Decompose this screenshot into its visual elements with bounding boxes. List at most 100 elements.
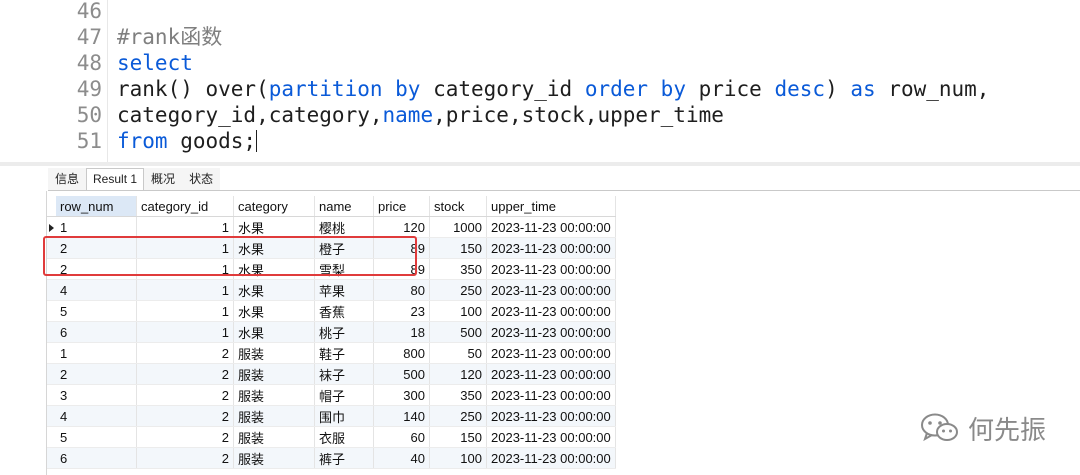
table-row[interactable]: 3 2 服装 帽子 300 350 2023-11-23 00:00:00 <box>47 384 616 406</box>
table-row[interactable]: 5 1 水果 香蕉 23 100 2023-11-23 00:00:00 <box>47 300 616 322</box>
tab-profile[interactable]: 概况 <box>144 168 183 190</box>
cell-row-num[interactable]: 1 <box>56 342 137 364</box>
cell-row-num[interactable]: 1 <box>56 216 137 238</box>
column-header-row-num[interactable]: row_num <box>56 196 137 217</box>
cell-price[interactable]: 40 <box>373 447 430 469</box>
cell-category[interactable]: 服装 <box>233 342 315 364</box>
result-grid[interactable]: row_num category_id category name price … <box>47 196 616 469</box>
cell-category-id[interactable]: 2 <box>136 384 234 406</box>
table-row[interactable]: 4 1 水果 苹果 80 250 2023-11-23 00:00:00 <box>47 279 616 301</box>
cell-stock[interactable]: 50 <box>429 342 487 364</box>
cell-category[interactable]: 水果 <box>233 279 315 301</box>
code-line[interactable]: 47 #rank函数 <box>0 24 223 50</box>
cell-row-num[interactable]: 4 <box>56 405 137 427</box>
row-marker[interactable] <box>47 363 56 385</box>
table-row[interactable]: 2 2 服装 袜子 500 120 2023-11-23 00:00:00 <box>47 363 616 385</box>
row-marker[interactable] <box>47 279 56 301</box>
cell-stock[interactable]: 350 <box>429 258 487 280</box>
cell-price[interactable]: 60 <box>373 426 430 448</box>
cell-upper-time[interactable]: 2023-11-23 00:00:00 <box>486 237 616 259</box>
row-marker[interactable] <box>47 384 56 406</box>
cell-row-num[interactable]: 2 <box>56 258 137 280</box>
row-marker[interactable] <box>47 447 56 469</box>
cell-upper-time[interactable]: 2023-11-23 00:00:00 <box>486 405 616 427</box>
cell-name[interactable]: 衣服 <box>314 426 374 448</box>
cell-stock[interactable]: 250 <box>429 279 487 301</box>
cell-price[interactable]: 500 <box>373 363 430 385</box>
column-header-stock[interactable]: stock <box>429 196 487 217</box>
cell-stock[interactable]: 250 <box>429 405 487 427</box>
cell-row-num[interactable]: 6 <box>56 321 137 343</box>
tab-info[interactable]: 信息 <box>48 168 87 190</box>
cell-name[interactable]: 围巾 <box>314 405 374 427</box>
row-marker[interactable] <box>47 426 56 448</box>
cell-category-id[interactable]: 1 <box>136 300 234 322</box>
cell-category[interactable]: 水果 <box>233 300 315 322</box>
cell-upper-time[interactable]: 2023-11-23 00:00:00 <box>486 426 616 448</box>
cell-category-id[interactable]: 2 <box>136 447 234 469</box>
row-marker[interactable] <box>47 321 56 343</box>
column-header-name[interactable]: name <box>314 196 374 217</box>
table-row[interactable]: 1 1 水果 樱桃 120 1000 2023-11-23 00:00:00 <box>47 216 616 238</box>
cell-row-num[interactable]: 2 <box>56 363 137 385</box>
row-marker[interactable] <box>47 342 56 364</box>
cell-stock[interactable]: 150 <box>429 426 487 448</box>
cell-category[interactable]: 水果 <box>233 216 315 238</box>
cell-upper-time[interactable]: 2023-11-23 00:00:00 <box>486 216 616 238</box>
cell-category[interactable]: 服装 <box>233 384 315 406</box>
cell-category[interactable]: 水果 <box>233 321 315 343</box>
code-line[interactable]: 46 <box>0 0 117 24</box>
table-row[interactable]: 6 2 服装 裤子 40 100 2023-11-23 00:00:00 <box>47 447 616 469</box>
cell-upper-time[interactable]: 2023-11-23 00:00:00 <box>486 384 616 406</box>
cell-row-num[interactable]: 2 <box>56 237 137 259</box>
code-line[interactable]: 50 category_id,category,name,price,stock,… <box>0 102 724 128</box>
cell-row-num[interactable]: 3 <box>56 384 137 406</box>
cell-price[interactable]: 23 <box>373 300 430 322</box>
cell-name[interactable]: 苹果 <box>314 279 374 301</box>
cell-stock[interactable]: 150 <box>429 237 487 259</box>
cell-stock[interactable]: 100 <box>429 447 487 469</box>
cell-price[interactable]: 89 <box>373 237 430 259</box>
cell-category-id[interactable]: 2 <box>136 426 234 448</box>
cell-category[interactable]: 服装 <box>233 426 315 448</box>
cell-upper-time[interactable]: 2023-11-23 00:00:00 <box>486 447 616 469</box>
cell-price[interactable]: 18 <box>373 321 430 343</box>
tab-result-1[interactable]: Result 1 <box>86 168 145 190</box>
cell-stock[interactable]: 350 <box>429 384 487 406</box>
cell-category[interactable]: 水果 <box>233 237 315 259</box>
cell-upper-time[interactable]: 2023-11-23 00:00:00 <box>486 321 616 343</box>
cell-category-id[interactable]: 1 <box>136 321 234 343</box>
row-marker[interactable] <box>47 405 56 427</box>
cell-upper-time[interactable]: 2023-11-23 00:00:00 <box>486 279 616 301</box>
row-marker[interactable] <box>47 258 56 280</box>
cell-row-num[interactable]: 4 <box>56 279 137 301</box>
cell-category-id[interactable]: 1 <box>136 237 234 259</box>
cell-name[interactable]: 桃子 <box>314 321 374 343</box>
cell-category-id[interactable]: 2 <box>136 405 234 427</box>
row-marker[interactable] <box>47 237 56 259</box>
cell-upper-time[interactable]: 2023-11-23 00:00:00 <box>486 342 616 364</box>
cell-row-num[interactable]: 5 <box>56 300 137 322</box>
code-line[interactable]: 49 rank() over(partition by category_id o… <box>0 76 990 102</box>
cell-name[interactable]: 袜子 <box>314 363 374 385</box>
cell-stock[interactable]: 1000 <box>429 216 487 238</box>
cell-upper-time[interactable]: 2023-11-23 00:00:00 <box>486 363 616 385</box>
cell-name[interactable]: 帽子 <box>314 384 374 406</box>
code-line[interactable]: 48 select <box>0 50 193 76</box>
row-marker[interactable] <box>47 216 56 238</box>
cell-price[interactable]: 300 <box>373 384 430 406</box>
cell-price[interactable]: 120 <box>373 216 430 238</box>
cell-price[interactable]: 800 <box>373 342 430 364</box>
cell-row-num[interactable]: 5 <box>56 426 137 448</box>
sql-editor[interactable]: 46 47 #rank函数 48 select 49 rank() over(partiti… <box>0 0 1080 162</box>
cell-stock[interactable]: 500 <box>429 321 487 343</box>
cell-category-id[interactable]: 2 <box>136 342 234 364</box>
cell-name[interactable]: 樱桃 <box>314 216 374 238</box>
cell-name[interactable]: 雪梨 <box>314 258 374 280</box>
cell-category[interactable]: 服装 <box>233 405 315 427</box>
cell-stock[interactable]: 120 <box>429 363 487 385</box>
table-row[interactable]: 2 1 水果 橙子 89 150 2023-11-23 00:00:00 <box>47 237 616 259</box>
cell-name[interactable]: 橙子 <box>314 237 374 259</box>
table-row[interactable]: 4 2 服装 围巾 140 250 2023-11-23 00:00:00 <box>47 405 616 427</box>
cell-category[interactable]: 水果 <box>233 258 315 280</box>
